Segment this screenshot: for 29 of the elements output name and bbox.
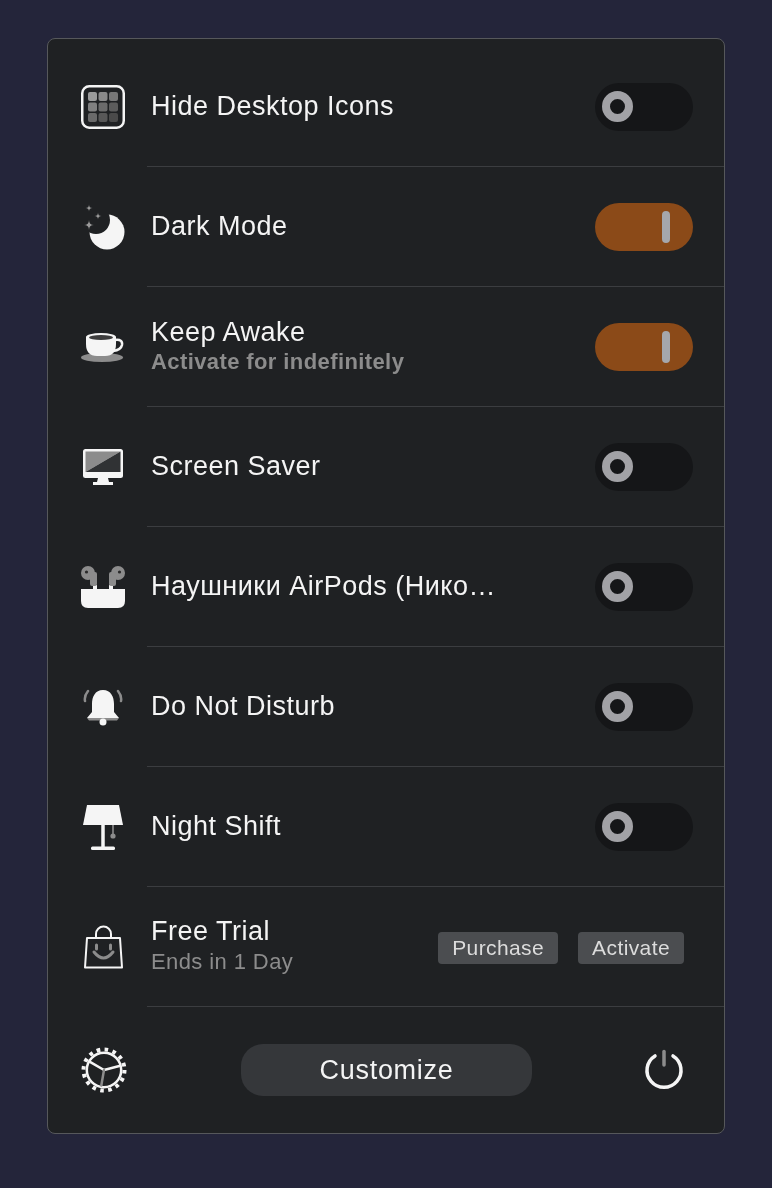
toggle-switch[interactable] — [595, 322, 693, 371]
item-label: Dark Mode — [151, 211, 288, 242]
toggle-switch[interactable] — [595, 802, 693, 851]
toggle-switch[interactable] — [595, 82, 693, 131]
customize-button[interactable]: Customize — [241, 1044, 532, 1096]
item-label: Screen Saver — [151, 451, 321, 482]
item-label: Hide Desktop Icons — [151, 91, 395, 122]
trial-subtitle: Ends in 1 Day — [151, 948, 294, 976]
lamp-icon — [83, 804, 123, 850]
bell-icon — [83, 688, 123, 726]
item-label: Наушники AirPods (Нико… — [151, 571, 496, 602]
item-label: Keep Awake — [151, 317, 307, 348]
power-icon[interactable] — [643, 1049, 685, 1091]
trial-label: Free Trial — [151, 916, 272, 947]
toggle-switch[interactable] — [595, 682, 693, 731]
activate-button[interactable]: Activate — [578, 931, 684, 964]
desktop-grid-icon — [81, 85, 125, 129]
toggle-switch[interactable] — [595, 562, 693, 611]
settings-icon[interactable] — [81, 1047, 127, 1093]
toggle-switch[interactable] — [595, 202, 693, 251]
earbuds-case-icon — [81, 565, 125, 609]
purchase-button[interactable]: Purchase — [438, 931, 559, 964]
monitor-icon — [83, 449, 123, 485]
shopping-bag-icon — [82, 925, 124, 969]
item-label: Night Shift — [151, 811, 282, 842]
coffee-cup-icon — [81, 332, 125, 362]
item-subtitle: Activate for indefinitely — [151, 348, 405, 376]
toggle-switch[interactable] — [595, 442, 693, 491]
item-label: Do Not Disturb — [151, 691, 336, 722]
